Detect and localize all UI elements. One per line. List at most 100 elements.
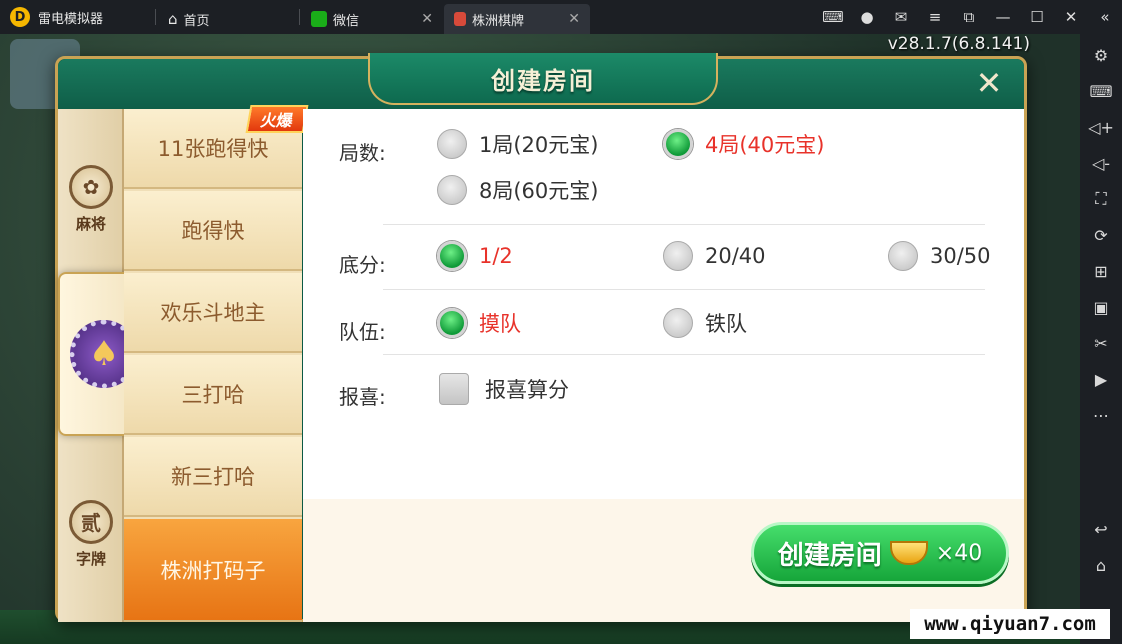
game-item[interactable]: 跑得快 [124, 191, 302, 271]
radio-icon [663, 308, 693, 338]
radio-icon [437, 129, 467, 159]
minimize-icon[interactable]: — [986, 0, 1020, 34]
zipai-icon: 贰 [69, 499, 113, 544]
divider [383, 289, 985, 290]
category-label: 字牌 [75, 549, 106, 568]
scissors-icon[interactable]: ✂ [1084, 326, 1118, 360]
option-text: 1局(20元宝) [479, 133, 599, 157]
options-panel: 局数: 1局(20元宝) 4局(40元宝) 8局(60元宝) 底分: 1/2 2… [303, 109, 1024, 499]
window-controls: ⌨ ● ✉ ≡ ⧉ — ☐ ✕ « [816, 0, 1122, 34]
option-base-1-2[interactable]: 1/2 [437, 241, 513, 271]
emulator-name: 雷电模拟器 [38, 11, 104, 27]
tab-close-icon[interactable]: ✕ [568, 11, 580, 27]
divider [383, 354, 985, 355]
close-window-icon[interactable]: ✕ [1054, 0, 1088, 34]
close-button[interactable]: ✕ [972, 67, 1006, 101]
account-icon[interactable]: ● [850, 0, 884, 34]
game-item[interactable]: 欢乐斗地主 [124, 273, 302, 353]
rotate-icon[interactable]: ⟳ [1084, 218, 1118, 252]
option-text: 4局(40元宝) [705, 133, 825, 157]
game-label: 跑得快 [181, 219, 245, 243]
title-plate: 创建房间 [368, 53, 718, 105]
option-text: 铁队 [705, 312, 747, 336]
create-room-button[interactable]: 创建房间 ×40 [751, 522, 1009, 584]
emulator-brand: D 雷电模拟器 [10, 7, 103, 27]
wechat-icon [311, 11, 327, 27]
category-mahjong[interactable]: ✿ 麻将 [58, 139, 124, 259]
home-key-icon[interactable]: ⌂ [1084, 548, 1118, 582]
gamepad-icon[interactable]: ⌨ [816, 0, 850, 34]
game-label: 11张跑得快 [157, 137, 269, 161]
option-base-20-40[interactable]: 20/40 [663, 241, 766, 271]
game-screen: v28.1.7(6.8.141) 创建房间 ✕ ✿ 麻将 ♠ 贰 字牌 11张跑… [0, 34, 1080, 644]
tab-wechat[interactable]: 微信 ✕ [301, 4, 443, 34]
maximize-icon[interactable]: ☐ [1020, 0, 1054, 34]
radio-icon [437, 175, 467, 205]
baoxi-label: 报喜: [339, 385, 386, 409]
option-team-mo[interactable]: 摸队 [437, 308, 521, 338]
record-icon[interactable]: ▶ [1084, 362, 1118, 396]
more-icon[interactable]: ⋯ [1084, 398, 1118, 432]
option-text: 1/2 [479, 244, 513, 268]
settings-icon[interactable]: ⚙ [1084, 38, 1118, 72]
game-label: 三打哈 [181, 383, 245, 407]
radio-icon [663, 241, 693, 271]
multi-instance-icon[interactable]: ⊞ [1084, 254, 1118, 288]
mahjong-icon: ✿ [69, 164, 113, 209]
dialog-footer: 创建房间 ×40 [303, 499, 1024, 622]
mail-icon[interactable]: ✉ [884, 0, 918, 34]
option-text: 8局(60元宝) [479, 179, 599, 203]
emulator-logo-icon: D [10, 7, 30, 27]
radio-selected-icon [437, 241, 467, 271]
radio-selected-icon [437, 308, 467, 338]
create-room-dialog: 创建房间 ✕ ✿ 麻将 ♠ 贰 字牌 11张跑得快 跑得快 欢乐斗地主 三打哈 … [55, 53, 1027, 622]
collapse-sidebar-icon[interactable]: « [1088, 0, 1122, 34]
tab-zhuzhou-qipai[interactable]: 株洲棋牌 ✕ [444, 4, 590, 34]
tab-home[interactable]: ⌂ 首页 [158, 4, 298, 34]
option-text: 30/50 [930, 244, 991, 268]
watermark: www.qiyuan7.com [910, 609, 1110, 639]
game-label: 新三打哈 [171, 465, 255, 489]
option-text: 摸队 [479, 312, 521, 336]
emulator-toolbar: ⚙ ⌨ ◁+ ◁- ⛶ ⟳ ⊞ ▣ ✂ ▶ ⋯ ↩ ⌂ [1080, 34, 1122, 644]
baoxi-checkbox[interactable]: 报喜算分 [439, 373, 569, 405]
option-rounds-1[interactable]: 1局(20元宝) [437, 129, 598, 159]
volume-down-icon[interactable]: ◁- [1084, 146, 1118, 180]
category-column: ✿ 麻将 ♠ 贰 字牌 [58, 109, 150, 622]
tab-label: 首页 [183, 13, 210, 29]
radio-icon [888, 241, 918, 271]
option-rounds-4[interactable]: 4局(40元宝) [663, 129, 824, 159]
team-label: 队伍: [339, 320, 386, 344]
option-team-tie[interactable]: 铁队 [663, 308, 747, 338]
category-zipai[interactable]: 贰 字牌 [58, 469, 124, 599]
apk-install-icon[interactable]: ▣ [1084, 290, 1118, 324]
tab-close-icon[interactable]: ✕ [421, 11, 433, 27]
hot-badge: 火爆 [245, 105, 309, 133]
keyboard-icon[interactable]: ⌨ [1084, 74, 1118, 108]
base-score-label: 底分: [339, 253, 386, 277]
create-room-label: 创建房间 [777, 540, 882, 571]
checkbox-icon [439, 373, 469, 405]
dialog-title: 创建房间 [491, 66, 595, 95]
game-label: 株洲打码子 [160, 558, 266, 583]
tab-separator [155, 9, 156, 25]
screenshot-icon[interactable]: ⛶ [1084, 182, 1118, 216]
title-bar: D 雷电模拟器 ⌂ 首页 微信 ✕ 株洲棋牌 ✕ ⌨ ● ✉ ≡ ⧉ — ☐ ✕ [0, 0, 1122, 34]
option-text: 报喜算分 [485, 378, 569, 402]
option-base-30-50[interactable]: 30/50 [888, 241, 991, 271]
option-rounds-8[interactable]: 8局(60元宝) [437, 175, 598, 205]
divider [383, 224, 985, 225]
tab-separator [299, 9, 300, 25]
restore-icon[interactable]: ⧉ [952, 0, 986, 34]
volume-up-icon[interactable]: ◁+ [1084, 110, 1118, 144]
game-item[interactable]: 三打哈 [124, 355, 302, 435]
game-item[interactable]: 新三打哈 [124, 437, 302, 517]
back-icon[interactable]: ↩ [1084, 512, 1118, 546]
tab-label: 株洲棋牌 [472, 13, 525, 29]
category-label: 麻将 [75, 214, 106, 233]
emulator-window: D 雷电模拟器 ⌂ 首页 微信 ✕ 株洲棋牌 ✕ ⌨ ● ✉ ≡ ⧉ — ☐ ✕ [0, 0, 1122, 644]
menu-icon[interactable]: ≡ [918, 0, 952, 34]
rounds-label: 局数: [339, 141, 386, 165]
game-item-selected[interactable]: 株洲打码子 [124, 519, 302, 622]
app-icon [454, 12, 466, 26]
